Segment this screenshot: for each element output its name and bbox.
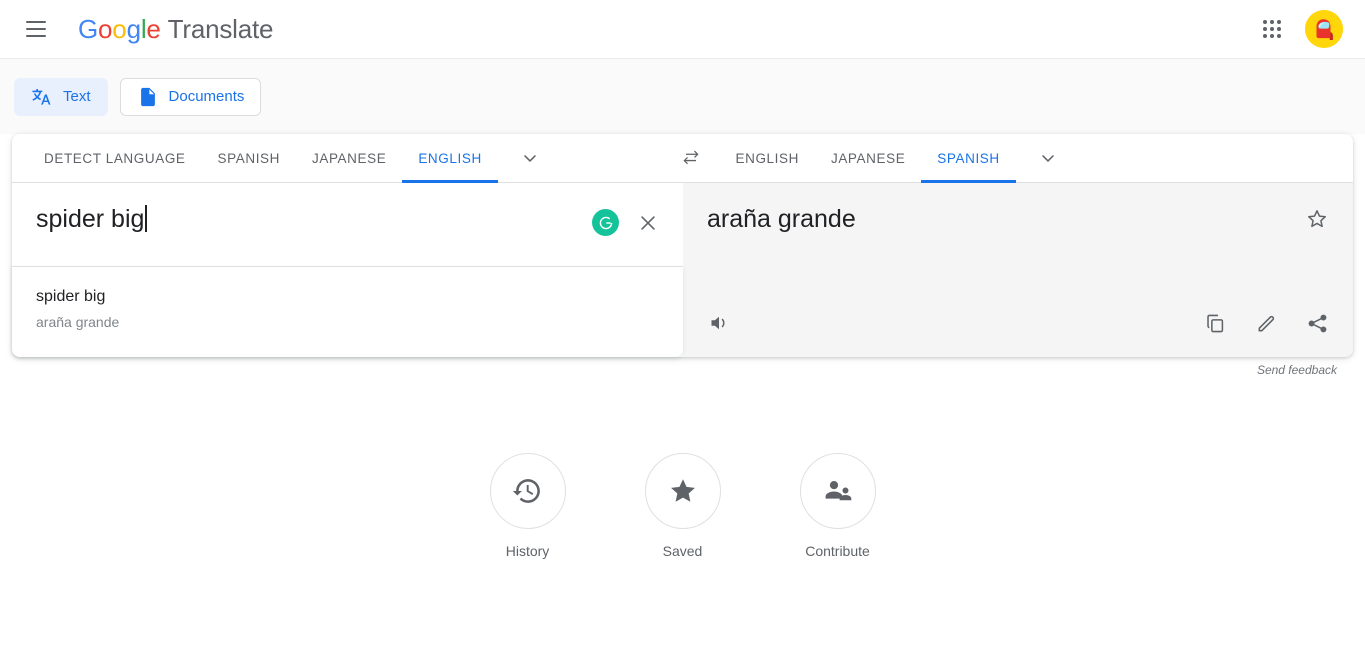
history-button-circle [490, 453, 566, 529]
source-text-input[interactable]: spider big [12, 205, 592, 234]
user-avatar[interactable] [1305, 10, 1343, 48]
copy-translation-button[interactable] [1204, 312, 1227, 335]
saved-button-circle [645, 453, 721, 529]
menu-bar [26, 28, 46, 30]
tab-text[interactable]: Text [14, 78, 108, 116]
translated-text: araña grande [707, 205, 1305, 234]
grid-dot [1277, 20, 1281, 24]
send-feedback-link[interactable]: Send feedback [12, 357, 1353, 377]
chevron-down-icon [1038, 148, 1058, 168]
star-filled-icon [667, 475, 699, 507]
grid-dot [1263, 34, 1267, 38]
target-more-languages-button[interactable] [1016, 134, 1080, 182]
google-logo: Google [78, 14, 161, 44]
app-header: GoogleTranslate [0, 0, 1365, 59]
contribute-button-circle [800, 453, 876, 529]
target-lang-english[interactable]: ENGLISH [720, 134, 815, 182]
grid-dot [1270, 20, 1274, 24]
target-lang-spanish[interactable]: SPANISH [921, 134, 1015, 182]
shortcut-contribute[interactable]: Contribute [793, 453, 883, 559]
source-lang-spanish[interactable]: SPANISH [202, 134, 296, 182]
header-actions [1261, 10, 1343, 48]
people-contribute-icon [822, 475, 854, 507]
shortcut-contribute-label: Contribute [805, 543, 870, 559]
mode-tabs: Text Documents [0, 59, 1365, 134]
source-lang-detect[interactable]: DETECT LANGUAGE [28, 134, 202, 182]
app-logo[interactable]: GoogleTranslate [78, 14, 273, 45]
target-panel: araña grande [683, 183, 1353, 357]
quick-shortcuts: History Saved Contribute [0, 453, 1365, 559]
grid-dot [1263, 27, 1267, 31]
suggestion-item[interactable]: spider big araña grande [12, 281, 683, 339]
chevron-down-icon [520, 148, 540, 168]
hamburger-menu-icon[interactable] [26, 17, 50, 41]
suggestion-primary: spider big [36, 285, 659, 309]
target-lang-japanese[interactable]: JAPANESE [815, 134, 921, 182]
product-name: Translate [168, 14, 274, 44]
grid-dot [1270, 34, 1274, 38]
document-icon [137, 86, 159, 108]
source-panel: spider big [12, 183, 683, 357]
swap-languages-button[interactable] [662, 134, 720, 182]
grid-dot [1263, 20, 1267, 24]
shortcut-history-label: History [506, 543, 550, 559]
target-language-tabs: ENGLISH JAPANESE SPANISH [720, 134, 1354, 182]
history-clock-icon [511, 474, 545, 508]
suggestion-secondary: araña grande [36, 312, 659, 333]
text-cursor [145, 205, 147, 232]
suggestions-dropdown: spider big araña grande [12, 266, 683, 357]
swap-languages-icon [680, 147, 702, 169]
grid-dot [1277, 34, 1281, 38]
source-text-value: spider big [36, 205, 144, 233]
grid-dot [1277, 27, 1281, 31]
tab-text-label: Text [63, 88, 91, 105]
translation-panels: spider big [12, 183, 1353, 357]
source-language-tabs: DETECT LANGUAGE SPANISH JAPANESE ENGLISH [12, 134, 662, 182]
menu-bar [26, 35, 46, 37]
share-icon [1306, 312, 1329, 335]
shortcut-saved[interactable]: Saved [638, 453, 728, 559]
tab-documents[interactable]: Documents [120, 78, 262, 116]
source-lang-english[interactable]: ENGLISH [402, 134, 497, 182]
listen-translation-button[interactable] [707, 311, 731, 335]
close-icon [637, 212, 659, 234]
grid-dot [1270, 27, 1274, 31]
among-us-avatar-icon [1305, 10, 1343, 48]
copy-icon [1204, 312, 1227, 335]
edit-translation-button[interactable] [1255, 312, 1278, 335]
pencil-edit-icon [1255, 312, 1278, 335]
source-input-row: spider big [12, 183, 683, 266]
share-translation-button[interactable] [1306, 312, 1329, 335]
target-output-row: araña grande [683, 183, 1353, 234]
star-outline-icon [1305, 207, 1329, 231]
shortcut-saved-label: Saved [663, 543, 703, 559]
save-translation-button[interactable] [1305, 205, 1329, 231]
translate-icon [31, 86, 53, 108]
language-bar: DETECT LANGUAGE SPANISH JAPANESE ENGLISH… [12, 134, 1353, 183]
target-actions [683, 311, 1353, 357]
shortcut-history[interactable]: History [483, 453, 573, 559]
grammarly-g-icon [597, 214, 615, 232]
translator-card-wrap: DETECT LANGUAGE SPANISH JAPANESE ENGLISH… [0, 134, 1365, 377]
apps-grid-icon[interactable] [1261, 18, 1283, 40]
translator-card: DETECT LANGUAGE SPANISH JAPANESE ENGLISH… [12, 134, 1353, 357]
source-input-actions [592, 205, 683, 236]
source-more-languages-button[interactable] [498, 134, 562, 182]
clear-source-text-button[interactable] [637, 212, 659, 234]
target-tools [1204, 312, 1329, 335]
grammarly-icon[interactable] [592, 209, 619, 236]
tab-documents-label: Documents [169, 88, 245, 105]
speaker-icon [707, 311, 731, 335]
source-lang-japanese[interactable]: JAPANESE [296, 134, 402, 182]
menu-bar [26, 21, 46, 23]
